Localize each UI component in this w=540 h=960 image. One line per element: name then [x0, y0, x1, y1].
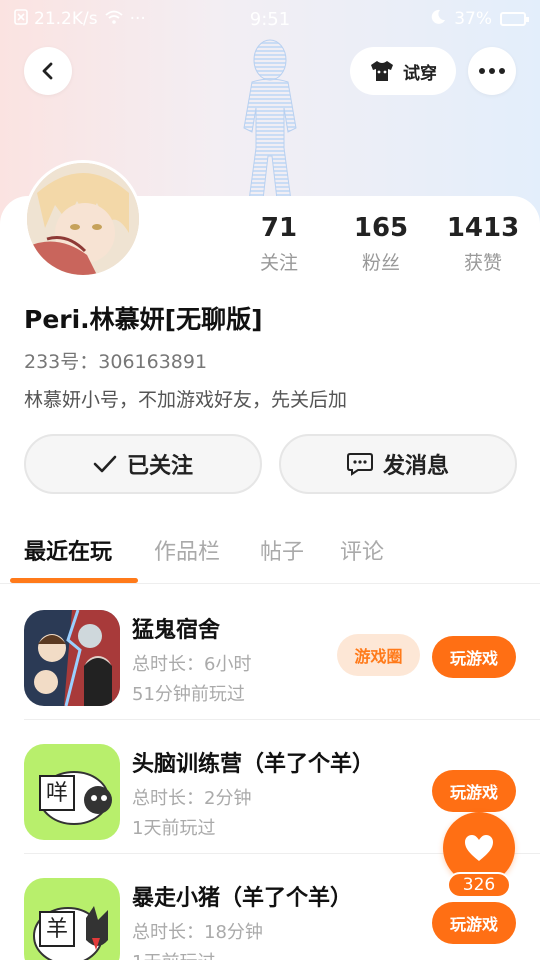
game-duration: 总时长：2分钟: [132, 788, 252, 809]
tab-recently-played[interactable]: 最近在玩: [24, 534, 112, 566]
avatar-figure-silhouette: [243, 39, 297, 208]
game-duration: 总时长：6小时: [132, 654, 252, 675]
profile-tabs: 最近在玩 作品栏 帖子 评论: [0, 530, 540, 584]
following-button[interactable]: 已关注: [24, 434, 262, 494]
avatar-image: [27, 163, 139, 275]
send-message-label: 发消息: [382, 454, 449, 479]
stat-likes[interactable]: 1413 获赞: [428, 212, 538, 275]
status-time: 9:51: [249, 8, 291, 30]
following-label: 已关注: [126, 454, 193, 479]
back-button[interactable]: [24, 47, 72, 95]
game-last-played: 1天前玩过: [132, 818, 216, 839]
stat-value: 165: [353, 213, 409, 243]
game-icon-rampage-pig: 羊: [24, 878, 120, 960]
try-on-label: 试穿: [403, 63, 437, 84]
game-icon-sheep-training: 咩: [24, 744, 120, 840]
game-circle-button[interactable]: 游戏圈: [337, 634, 420, 676]
checkmark-icon: [93, 455, 117, 473]
stat-followers[interactable]: 165 粉丝: [326, 212, 436, 275]
game-title: 头脑训练营（羊了个羊）: [132, 752, 375, 777]
tshirt-icon: [371, 61, 393, 81]
stat-label: 获赞: [463, 252, 502, 274]
game-title: 猛鬼宿舍: [132, 618, 221, 643]
stat-following[interactable]: 71 关注: [224, 212, 334, 275]
stat-label: 粉丝: [361, 252, 400, 274]
try-on-button[interactable]: 试穿: [350, 47, 456, 95]
tab-active-indicator: [10, 578, 138, 583]
tab-posts[interactable]: 帖子: [260, 534, 304, 566]
sheep-tile-glyph: 羊: [46, 917, 68, 942]
like-count-badge: 326: [447, 872, 511, 898]
tab-works[interactable]: 作品栏: [154, 534, 220, 566]
play-game-button[interactable]: 玩游戏: [432, 902, 516, 944]
tab-comments[interactable]: 评论: [340, 534, 384, 566]
stat-value: 1413: [446, 213, 520, 243]
battery-icon: [500, 12, 529, 26]
chevron-left-icon: [42, 62, 53, 80]
user-id: 233号：306163891: [24, 351, 208, 373]
sheep-tile-glyph: 咩: [46, 781, 68, 806]
list-item[interactable]: 猛鬼宿舍 总时长：6小时 51分钟前玩过 游戏圈 玩游戏: [0, 586, 540, 720]
game-last-played: 1天前玩过: [132, 948, 215, 960]
play-game-button[interactable]: 玩游戏: [432, 636, 516, 678]
game-last-played: 51分钟前玩过: [132, 684, 245, 705]
send-message-button[interactable]: 发消息: [279, 434, 517, 494]
stat-value: 71: [260, 213, 298, 243]
user-bio: 林慕妍小号，不加游戏好友，先关后加: [24, 389, 348, 411]
game-icon-haunted-dorm: [24, 610, 120, 706]
chat-bubble-icon: [346, 453, 373, 476]
status-bar: 21.2K/s ··· 9:51 37%: [0, 0, 540, 38]
game-title: 暴走小猪（羊了个羊）: [132, 886, 353, 911]
username: Peri.林慕妍[无聊版]: [24, 305, 263, 334]
play-game-button[interactable]: 玩游戏: [432, 770, 516, 812]
more-button[interactable]: [468, 47, 516, 95]
heart-icon: [465, 835, 493, 861]
game-duration: 总时长：18分钟: [132, 922, 263, 943]
more-horizontal-icon: [479, 68, 505, 74]
stat-label: 关注: [259, 252, 298, 274]
avatar[interactable]: [24, 160, 142, 278]
